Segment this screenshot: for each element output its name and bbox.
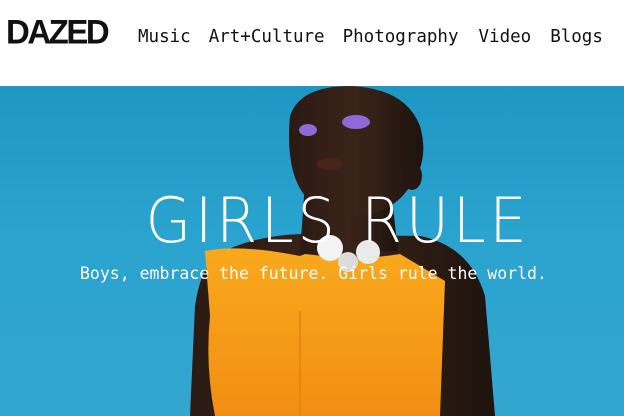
nav-item-blogs[interactable]: Blogs	[550, 28, 603, 47]
dazed-logo[interactable]: DAZED	[6, 14, 110, 49]
nav-item-video[interactable]: Video	[479, 28, 532, 47]
main-nav: Music Art+Culture Photography Video Blog…	[138, 28, 603, 47]
hero-subtitle: Boys, embrace the future. Girls rule the…	[80, 264, 547, 283]
nav-item-art-culture[interactable]: Art+Culture	[209, 28, 325, 47]
nav-item-music[interactable]: Music	[138, 28, 191, 47]
nav-item-photography[interactable]: Photography	[343, 28, 459, 47]
hero-banner[interactable]: GIRLS RULE Boys, embrace the future. Gir…	[0, 86, 624, 416]
site-header: DAZED Music Art+Culture Photography Vide…	[0, 0, 624, 86]
hero-title[interactable]: GIRLS RULE	[42, 190, 624, 252]
